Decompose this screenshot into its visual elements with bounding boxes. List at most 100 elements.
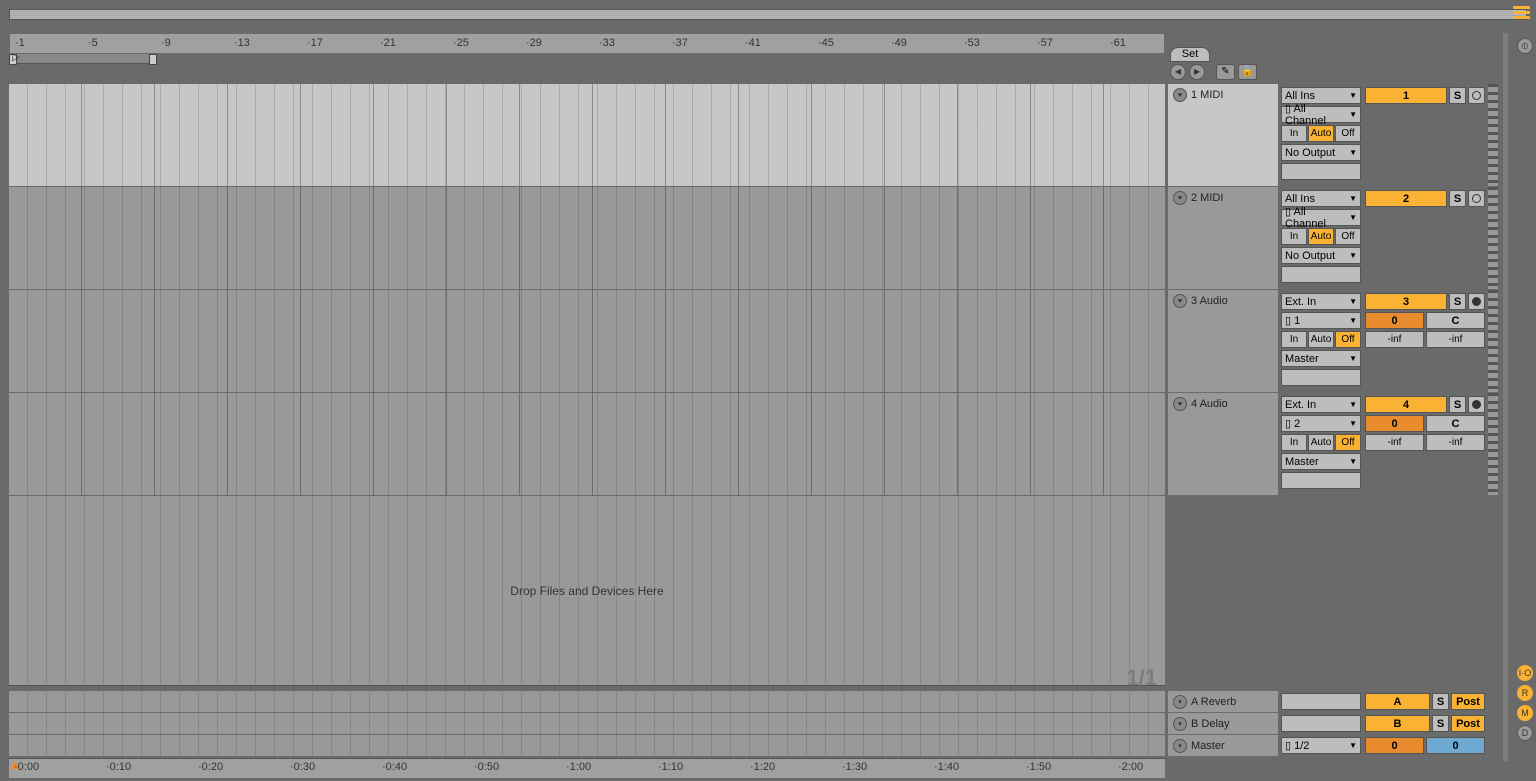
volume-value[interactable]: 0: [1365, 415, 1424, 432]
solo-button[interactable]: S: [1449, 396, 1466, 413]
monitor-off-button[interactable]: Off: [1335, 331, 1361, 348]
track-meter: [1488, 84, 1498, 187]
arm-button[interactable]: [1468, 190, 1485, 207]
track-lane[interactable]: [9, 84, 1165, 187]
monitor-off-button[interactable]: Off: [1335, 228, 1361, 245]
post-button[interactable]: Post: [1451, 715, 1485, 732]
master-output-select[interactable]: ▯ 1/2▼: [1281, 737, 1361, 754]
mixer-section-toggle[interactable]: M: [1517, 705, 1533, 721]
input-type-select[interactable]: Ext. In▼: [1281, 293, 1361, 310]
track-fold-button[interactable]: [1173, 695, 1187, 709]
output-select[interactable]: Master▼: [1281, 453, 1361, 470]
output-select[interactable]: No Output▼: [1281, 144, 1361, 161]
monitor-auto-button[interactable]: Auto: [1308, 228, 1334, 245]
send-a-value[interactable]: -inf: [1365, 434, 1424, 451]
track-activator-button[interactable]: 4: [1365, 396, 1447, 413]
return-lane[interactable]: 1/1: [9, 690, 1165, 712]
prev-locator-button[interactable]: ◂: [1170, 64, 1186, 80]
pan-value[interactable]: C: [1426, 312, 1485, 329]
track-lane[interactable]: [9, 187, 1165, 290]
input-channel-select[interactable]: ▯ 1▼: [1281, 312, 1361, 329]
return-lane[interactable]: [9, 712, 1165, 734]
track-name-label: 3 Audio: [1191, 295, 1228, 307]
delay-section-toggle[interactable]: D: [1517, 725, 1533, 741]
input-channel-select[interactable]: ▯ All Channel▼: [1281, 209, 1361, 226]
solo-button[interactable]: S: [1432, 693, 1449, 710]
send-b-value[interactable]: -inf: [1426, 331, 1485, 348]
time-tick: ·0:40: [382, 761, 407, 773]
volume-value[interactable]: 0: [1365, 312, 1424, 329]
solo-button[interactable]: S: [1449, 293, 1466, 310]
drop-zone[interactable]: Drop Files and Devices Here: [9, 496, 1165, 686]
output-channel-select[interactable]: [1281, 163, 1361, 180]
monitor-off-button[interactable]: Off: [1335, 434, 1361, 451]
next-locator-button[interactable]: ▸: [1189, 64, 1205, 80]
solo-button[interactable]: S: [1432, 715, 1449, 732]
track-fold-button[interactable]: [1173, 397, 1187, 411]
send-b-value[interactable]: -inf: [1426, 434, 1485, 451]
output-select[interactable]: No Output▼: [1281, 247, 1361, 264]
master-header[interactable]: Master: [1168, 734, 1278, 756]
track-header[interactable]: 2 MIDI: [1168, 187, 1278, 290]
monitor-in-button[interactable]: In: [1281, 228, 1307, 245]
beat-ruler[interactable]: ·1·5·9·13·17·21·25·29·33·37·41·45·49·53·…: [9, 33, 1165, 54]
track-fold-button[interactable]: [1173, 739, 1187, 753]
arm-button[interactable]: [1468, 87, 1485, 104]
track-lane[interactable]: [9, 393, 1165, 496]
cue-volume-value[interactable]: 0: [1426, 737, 1485, 754]
solo-button[interactable]: S: [1449, 87, 1466, 104]
output-channel-select[interactable]: [1281, 472, 1361, 489]
track-header[interactable]: 1 MIDI: [1168, 84, 1278, 187]
return-activator-button[interactable]: A: [1365, 693, 1430, 710]
track-activator-button[interactable]: 2: [1365, 190, 1447, 207]
master-volume-value[interactable]: 0: [1365, 737, 1424, 754]
io-section-toggle[interactable]: I·O: [1517, 665, 1533, 681]
arrangement-orientation-toggle[interactable]: ⦶: [1517, 38, 1533, 54]
arm-button[interactable]: [1468, 293, 1485, 310]
solo-button[interactable]: S: [1449, 190, 1466, 207]
monitor-auto-button[interactable]: Auto: [1308, 125, 1334, 142]
overview-strip[interactable]: [9, 9, 1527, 20]
vertical-scrollbar[interactable]: [1503, 33, 1508, 761]
track-fold-button[interactable]: [1173, 191, 1187, 205]
monitor-in-button[interactable]: In: [1281, 125, 1307, 142]
master-lane[interactable]: [9, 734, 1165, 756]
track-fold-button[interactable]: [1173, 717, 1187, 731]
monitor-off-button[interactable]: Off: [1335, 125, 1361, 142]
track-activator-button[interactable]: 3: [1365, 293, 1447, 310]
return-section-toggle[interactable]: R: [1517, 685, 1533, 701]
return-mixer: A S Post: [1364, 690, 1486, 712]
track-fold-button[interactable]: [1173, 88, 1187, 102]
output-select[interactable]: Master▼: [1281, 350, 1361, 367]
menu-icon[interactable]: [1513, 6, 1530, 21]
arrangement-area[interactable]: Drop Files and Devices Here: [9, 84, 1165, 686]
monitor-in-button[interactable]: In: [1281, 434, 1307, 451]
send-a-value[interactable]: -inf: [1365, 331, 1424, 348]
return-io-slot[interactable]: [1281, 693, 1361, 710]
monitor-auto-button[interactable]: Auto: [1308, 434, 1334, 451]
input-channel-select[interactable]: ▯ 2▼: [1281, 415, 1361, 432]
post-button[interactable]: Post: [1451, 693, 1485, 710]
track-header[interactable]: 3 Audio: [1168, 290, 1278, 393]
track-activator-button[interactable]: 1: [1365, 87, 1447, 104]
output-channel-select[interactable]: [1281, 369, 1361, 386]
pan-value[interactable]: C: [1426, 415, 1485, 432]
track-lane[interactable]: [9, 290, 1165, 393]
return-header[interactable]: B Delay: [1168, 712, 1278, 734]
automation-mode-button[interactable]: ✎: [1216, 64, 1235, 80]
return-header[interactable]: A Reverb: [1168, 690, 1278, 712]
output-channel-select[interactable]: [1281, 266, 1361, 283]
arm-button[interactable]: [1468, 396, 1485, 413]
time-ruler[interactable]: ·0:00·0:10·0:20·0:30·0:40·0:50·1:00·1:10…: [9, 758, 1165, 778]
loop-region[interactable]: ▷: [9, 54, 157, 64]
set-marker-button[interactable]: Set: [1170, 47, 1210, 62]
track-fold-button[interactable]: [1173, 294, 1187, 308]
input-channel-select[interactable]: ▯ All Channel▼: [1281, 106, 1361, 123]
track-header[interactable]: 4 Audio: [1168, 393, 1278, 496]
monitor-auto-button[interactable]: Auto: [1308, 331, 1334, 348]
lock-envelopes-button[interactable]: 🔒: [1238, 64, 1257, 80]
return-activator-button[interactable]: B: [1365, 715, 1430, 732]
monitor-in-button[interactable]: In: [1281, 331, 1307, 348]
input-type-select[interactable]: Ext. In▼: [1281, 396, 1361, 413]
return-io-slot[interactable]: [1281, 715, 1361, 732]
